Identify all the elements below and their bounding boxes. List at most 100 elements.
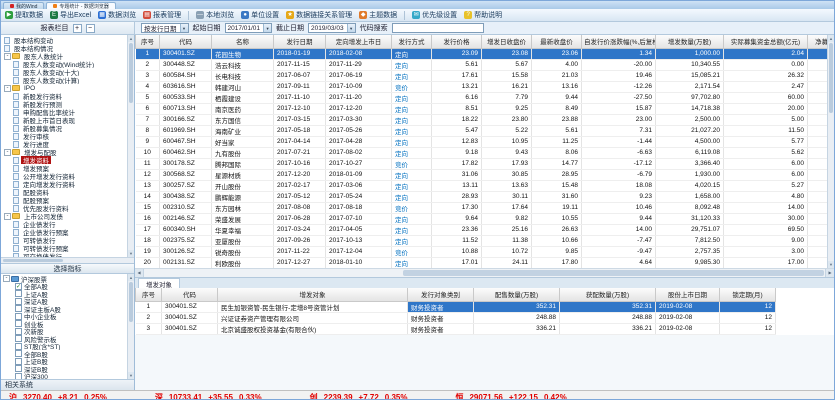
- universe-item[interactable]: 深证B股: [1, 365, 134, 373]
- hscroll-thumb[interactable]: [403, 270, 824, 276]
- related-systems-bar[interactable]: 相关系统: [1, 379, 134, 390]
- universe-item[interactable]: 沪深300: [1, 373, 134, 380]
- table-row[interactable]: 1300401.SZ民生加银资管-民生银行-定增8号资管计划财务投资者352.3…: [136, 301, 776, 312]
- column-header[interactable]: 名称: [212, 35, 274, 48]
- checkbox-icon[interactable]: [15, 343, 22, 350]
- table-row[interactable]: 8601969.SH海南矿业2017-05-182017-05-26定向5.47…: [136, 125, 835, 136]
- tree-item[interactable]: 发行审核: [1, 132, 134, 140]
- tree-item[interactable]: 定向增发发行资料: [1, 180, 134, 188]
- column-header[interactable]: 序号: [136, 35, 160, 48]
- expander-icon[interactable]: -: [4, 53, 11, 60]
- tree-folder[interactable]: -股东人数统计: [1, 52, 134, 60]
- table-row[interactable]: 12300568.SZ星源材质2017-12-202018-01-09定向31.…: [136, 169, 835, 180]
- column-header[interactable]: 发行对象类别: [408, 288, 474, 301]
- scroll-up-icon[interactable]: ▲: [128, 35, 134, 42]
- start-date-select[interactable]: 2017/01/01 ▼: [225, 23, 273, 33]
- table-row[interactable]: 10600462.SH九有股份2017-07-212017-08-02定向9.1…: [136, 147, 835, 158]
- toolbar-button-data-browse[interactable]: ▦数据浏览: [98, 10, 136, 20]
- table-row[interactable]: 5600533.SH栖霞建设2017-11-102017-11-20定向6.16…: [136, 92, 835, 103]
- tree-item[interactable]: 增发资料: [1, 156, 134, 164]
- scroll-down-icon[interactable]: ▼: [128, 372, 134, 379]
- expander-icon[interactable]: -: [3, 275, 10, 282]
- scrollbar-thumb[interactable]: [129, 43, 133, 103]
- checkbox-icon[interactable]: [15, 320, 22, 327]
- universe-scrollbar[interactable]: ▲ ▼: [127, 274, 134, 379]
- universe-item[interactable]: 深证A股: [1, 298, 134, 306]
- universe-item[interactable]: ✓全部A股: [1, 283, 134, 291]
- column-header[interactable]: 获配数量(万股): [560, 288, 656, 301]
- universe-item[interactable]: 中小企业板: [1, 313, 134, 321]
- column-header[interactable]: 实际募集资金总额(亿元): [724, 35, 808, 48]
- table-row[interactable]: 17600340.SH华夏幸福2017-03-242017-04-05定向23.…: [136, 224, 835, 235]
- tab-home[interactable]: 我的Wind: [3, 2, 44, 9]
- scroll-right-icon[interactable]: ▶: [825, 269, 834, 277]
- table-row[interactable]: 11300178.SZ腾邦国际2017-10-162017-10-27竞价17.…: [136, 158, 835, 169]
- table-row[interactable]: 15002310.SZ东方园林2017-08-082017-08-18竞价17.…: [136, 202, 835, 213]
- tab-data-browser[interactable]: 专题统计 - 数据浏览器: [46, 2, 115, 9]
- scroll-down-icon[interactable]: ▼: [828, 261, 834, 268]
- table-hscrollbar[interactable]: ◀ ▶: [135, 268, 834, 277]
- column-header[interactable]: 发行日期: [274, 35, 326, 48]
- code-search-input[interactable]: [392, 23, 484, 33]
- tree-item[interactable]: 股本结构变动: [1, 36, 134, 44]
- scrollbar-thumb[interactable]: [3, 259, 63, 262]
- column-header[interactable]: 序号: [136, 288, 162, 301]
- scroll-down-icon[interactable]: ▼: [128, 250, 134, 257]
- table-row[interactable]: 2300401.SZ兴证证券资产管理有限公司财务投资者248.88248.882…: [136, 312, 776, 323]
- tree-item[interactable]: 新股上市首日表现: [1, 116, 134, 124]
- universe-item[interactable]: 全部B股: [1, 350, 134, 358]
- tree-item[interactable]: 增发预案: [1, 164, 134, 172]
- universe-item[interactable]: 上证B股: [1, 358, 134, 366]
- checkbox-icon[interactable]: [15, 335, 22, 342]
- tree-item[interactable]: 可转债发行: [1, 236, 134, 244]
- tree-item[interactable]: 可转债发行预案: [1, 244, 134, 252]
- table-row[interactable]: 16002146.SZ荣盛发展2017-06-282017-07-10定向9.6…: [136, 213, 835, 224]
- toolbar-button-theme-data[interactable]: ◆主题数据: [359, 10, 397, 20]
- universe-item[interactable]: 上证A股: [1, 290, 134, 298]
- table-scrollbar[interactable]: ▲ ▼: [827, 35, 834, 268]
- tree-item[interactable]: 企业债发行预案: [1, 228, 134, 236]
- toolbar-button-priority-setting[interactable]: ✉优先级设置: [412, 10, 457, 20]
- universe-item[interactable]: 次新股: [1, 328, 134, 336]
- checkbox-icon[interactable]: [15, 298, 22, 305]
- tab-placement-targets[interactable]: 增发对象: [138, 278, 180, 288]
- column-header[interactable]: 发行方式: [392, 35, 432, 48]
- tree-item[interactable]: 配股资料: [1, 188, 134, 196]
- hscroll-track[interactable]: [144, 269, 825, 277]
- table-row[interactable]: 3300401.SZ北京诚盛股权投资基金(有限合伙)财务投资者336.21336…: [136, 323, 776, 334]
- tree-folder[interactable]: -IPO: [1, 84, 134, 92]
- tree-item[interactable]: 股东人数变动(计算): [1, 76, 134, 84]
- table-row[interactable]: 13300257.SZ开山股份2017-02-172017-03-06定向13.…: [136, 180, 835, 191]
- column-header[interactable]: 股份上市日期: [656, 288, 720, 301]
- table-row[interactable]: 14300438.SZ鹏辉能源2017-05-122017-05-24定向28.…: [136, 191, 835, 202]
- column-header[interactable]: 锁定期(月): [720, 288, 776, 301]
- tree-item[interactable]: 股东人数变动(Wind统计): [1, 60, 134, 68]
- tree-folder[interactable]: -上市公司发债: [1, 212, 134, 220]
- table-row[interactable]: 7300166.SZ东方国信2017-03-152017-03-30定向18.2…: [136, 114, 835, 125]
- tree-item[interactable]: 公开增发发行资料: [1, 172, 134, 180]
- column-header[interactable]: 最新收盘价: [532, 35, 582, 48]
- tree-item[interactable]: 企业债发行: [1, 220, 134, 228]
- tree-item[interactable]: 发行进度: [1, 140, 134, 148]
- toolbar-button-extract-data[interactable]: ▶提取数据: [5, 10, 43, 20]
- checkbox-checked-icon[interactable]: ✓: [15, 283, 22, 290]
- universe-item[interactable]: ST股(含*ST): [1, 343, 134, 351]
- table-row[interactable]: 19300126.SZ锐奇股份2017-11-222017-12-04竞价10.…: [136, 246, 835, 257]
- checkbox-icon[interactable]: [15, 358, 22, 365]
- tree-item[interactable]: 优先股发行资料: [1, 204, 134, 212]
- column-header[interactable]: 增发对象: [218, 288, 408, 301]
- expander-icon[interactable]: -: [4, 85, 11, 92]
- date-mode-select[interactable]: 按发行日期 ▼: [141, 23, 189, 33]
- toolbar-button-help[interactable]: ?帮助说明: [464, 10, 502, 20]
- tree-item[interactable]: 新股发行预测: [1, 100, 134, 108]
- scroll-up-icon[interactable]: ▲: [828, 35, 834, 42]
- column-header[interactable]: 发行价格: [432, 35, 482, 48]
- select-indicator-button[interactable]: 选择指标: [1, 263, 134, 274]
- checkbox-icon[interactable]: [15, 350, 22, 357]
- toolbar-button-unit-setting[interactable]: ●单位设置: [241, 10, 279, 20]
- checkbox-icon[interactable]: [15, 365, 22, 372]
- toolbar-button-local-browse[interactable]: —本地浏览: [196, 10, 234, 20]
- tree-item[interactable]: 股本结构情况: [1, 44, 134, 52]
- tree-item[interactable]: 申购配售比率统计: [1, 108, 134, 116]
- scroll-up-icon[interactable]: ▲: [128, 274, 134, 281]
